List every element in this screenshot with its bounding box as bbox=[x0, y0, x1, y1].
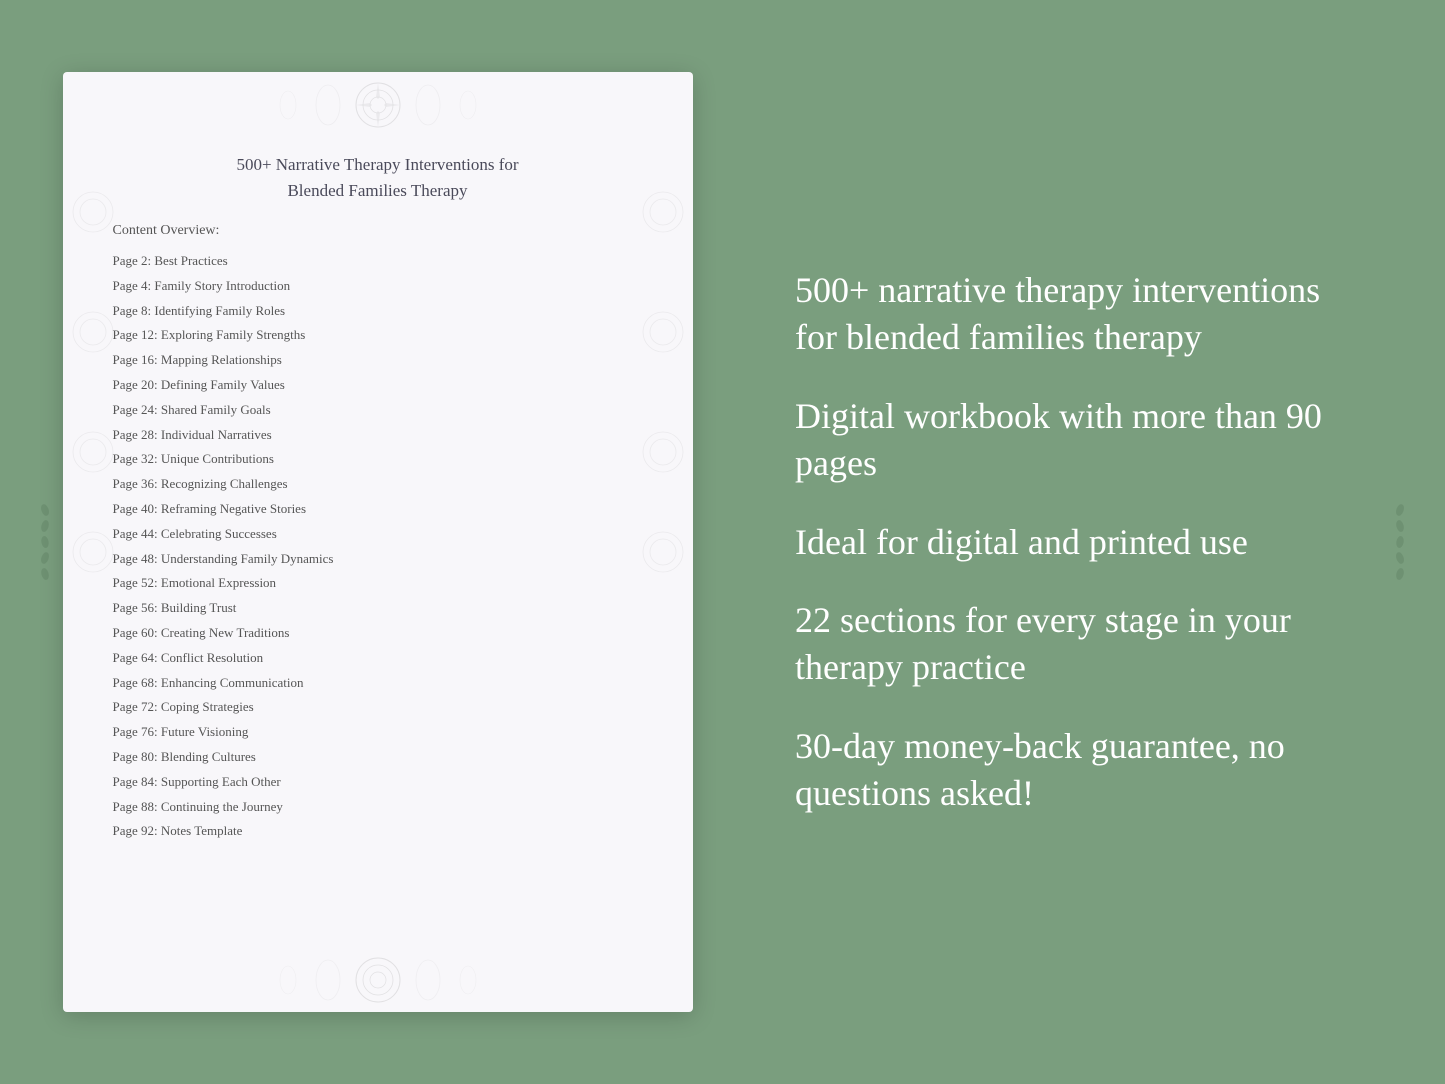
toc-item: Page 48: Understanding Family Dynamics bbox=[113, 549, 643, 570]
toc-item: Page 56: Building Trust bbox=[113, 598, 643, 619]
content-overview-label: Content Overview: bbox=[113, 223, 643, 239]
toc-item: Page 84: Supporting Each Other bbox=[113, 772, 643, 793]
feature-text-4: 30-day money-back guarantee, no question… bbox=[795, 723, 1365, 817]
doc-right-side-deco bbox=[638, 132, 688, 952]
left-panel: 500+ Narrative Therapy Interventions for… bbox=[0, 0, 755, 1084]
feature-text-3: 22 sections for every stage in your ther… bbox=[795, 597, 1365, 691]
toc-item: Page 36: Recognizing Challenges bbox=[113, 474, 643, 495]
toc-item: Page 40: Reframing Negative Stories bbox=[113, 499, 643, 520]
toc-item: Page 4: Family Story Introduction bbox=[113, 276, 643, 297]
doc-left-side-deco bbox=[68, 132, 118, 952]
feature-text-0: 500+ narrative therapy interventions for… bbox=[795, 267, 1365, 361]
toc-item: Page 68: Enhancing Communication bbox=[113, 673, 643, 694]
feature-text-1: Digital workbook with more than 90 pages bbox=[795, 393, 1365, 487]
toc-item: Page 80: Blending Cultures bbox=[113, 747, 643, 768]
doc-top-decoration bbox=[63, 72, 693, 132]
right-panel: 500+ narrative therapy interventions for… bbox=[755, 0, 1445, 1084]
toc-list: Page 2: Best Practices Page 4: Family Sto… bbox=[113, 251, 643, 842]
feature-text-2: Ideal for digital and printed use bbox=[795, 519, 1365, 566]
toc-item: Page 92: Notes Template bbox=[113, 821, 643, 842]
toc-item: Page 60: Creating New Traditions bbox=[113, 623, 643, 644]
toc-item: Page 72: Coping Strategies bbox=[113, 697, 643, 718]
toc-item: Page 12: Exploring Family Strengths bbox=[113, 325, 643, 346]
toc-item: Page 76: Future Visioning bbox=[113, 722, 643, 743]
toc-item: Page 24: Shared Family Goals bbox=[113, 400, 643, 421]
toc-item: Page 2: Best Practices bbox=[113, 251, 643, 272]
toc-item: Page 16: Mapping Relationships bbox=[113, 350, 643, 371]
doc-bottom-decoration bbox=[63, 952, 693, 1012]
document-title: 500+ Narrative Therapy Interventions for… bbox=[113, 152, 643, 203]
toc-item: Page 44: Celebrating Successes bbox=[113, 524, 643, 545]
document-card: 500+ Narrative Therapy Interventions for… bbox=[63, 72, 693, 1012]
toc-item: Page 88: Continuing the Journey bbox=[113, 797, 643, 818]
toc-item: Page 28: Individual Narratives bbox=[113, 425, 643, 446]
toc-item: Page 32: Unique Contributions bbox=[113, 449, 643, 470]
toc-item: Page 64: Conflict Resolution bbox=[113, 648, 643, 669]
toc-item: Page 52: Emotional Expression bbox=[113, 573, 643, 594]
toc-item: Page 8: Identifying Family Roles bbox=[113, 301, 643, 322]
toc-item: Page 20: Defining Family Values bbox=[113, 375, 643, 396]
